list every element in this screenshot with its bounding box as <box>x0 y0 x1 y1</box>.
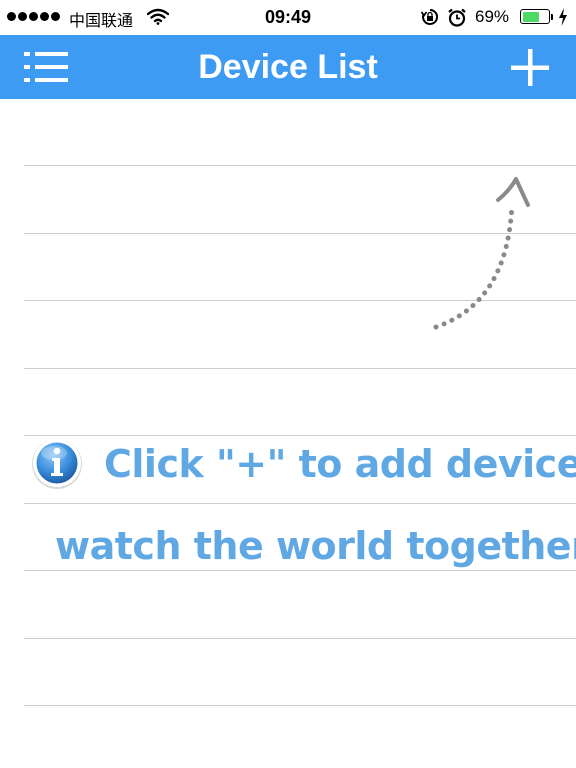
battery-level-fill <box>522 11 540 22</box>
nav-bar: Device List <box>0 35 576 99</box>
ruled-line <box>24 705 576 706</box>
ruled-line <box>24 570 576 571</box>
hint-line-add-device: Click "+" to add device <box>104 442 576 486</box>
ruled-line <box>24 435 576 436</box>
battery-icon <box>520 9 550 24</box>
ruled-line <box>24 368 576 369</box>
ruled-line <box>24 503 576 504</box>
alarm-icon <box>448 8 466 27</box>
rotation-lock-icon <box>420 8 439 25</box>
ruled-line <box>24 165 576 166</box>
battery-cap <box>551 14 553 20</box>
page-title: Device List <box>198 48 378 86</box>
charging-icon <box>559 8 567 26</box>
info-icon <box>32 439 82 489</box>
plus-icon[interactable] <box>506 47 554 89</box>
battery-percentage: 69% <box>475 7 510 26</box>
dotted-arrow-icon <box>433 177 530 330</box>
status-bar: 中国联通 09:49 69% <box>0 0 576 34</box>
ruled-line <box>24 638 576 639</box>
hint-line-watch-world: watch the world together <box>55 524 576 568</box>
menu-icon[interactable] <box>22 49 70 85</box>
device-list-screen: 中国联通 09:49 69% Device List Click "+" to … <box>0 0 576 768</box>
